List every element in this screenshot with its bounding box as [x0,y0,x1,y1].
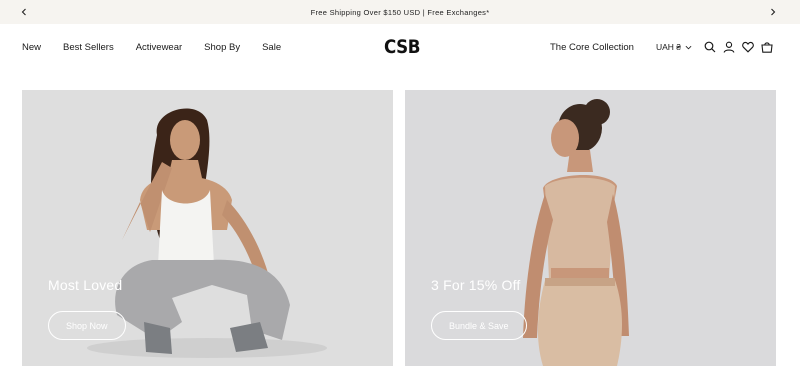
promo-title-bundle: 3 For 15% Off [431,277,521,293]
shop-now-button[interactable]: Shop Now [48,311,126,340]
announcement-text: Free Shipping Over $150 USD | Free Excha… [310,7,490,17]
main-nav: New Best Sellers Activewear Shop By Sale [22,24,303,70]
core-collection-link[interactable]: The Core Collection [550,42,634,53]
search-icon [704,41,716,53]
wishlist-button[interactable] [739,38,757,56]
nav-item-best-sellers[interactable]: Best Sellers [63,42,114,53]
currency-selector[interactable]: UAH ₴ [656,42,692,52]
bundle-save-button[interactable]: Bundle & Save [431,311,527,340]
chevron-left-icon [21,8,26,16]
shopping-bag-icon [761,42,773,53]
promo-title-most-loved: Most Loved [48,277,123,293]
promo-card-bundle[interactable]: 3 For 15% Off Bundle & Save [405,90,776,366]
chevron-down-icon [685,45,692,49]
announcement-prev-button[interactable] [12,0,36,24]
promo-card-most-loved[interactable]: Most Loved Shop Now [22,90,393,366]
site-header: New Best Sellers Activewear Shop By Sale… [0,24,800,70]
nav-item-shop-by[interactable]: Shop By [204,42,240,53]
cart-button[interactable] [758,38,776,56]
announcement-bar: Free Shipping Over $150 USD | Free Excha… [0,0,800,24]
chevron-right-icon [771,8,776,16]
heart-icon [742,41,754,53]
nav-item-sale[interactable]: Sale [262,42,281,53]
nav-item-new[interactable]: New [22,42,41,53]
announcement-next-button[interactable] [761,0,785,24]
account-icon [723,41,735,53]
site-logo[interactable]: CSB [384,36,420,58]
search-button[interactable] [701,38,719,56]
nav-item-activewear[interactable]: Activewear [136,42,182,53]
header-actions: The Core Collection UAH ₴ [550,24,776,70]
account-button[interactable] [720,38,738,56]
currency-label: UAH ₴ [655,42,681,52]
